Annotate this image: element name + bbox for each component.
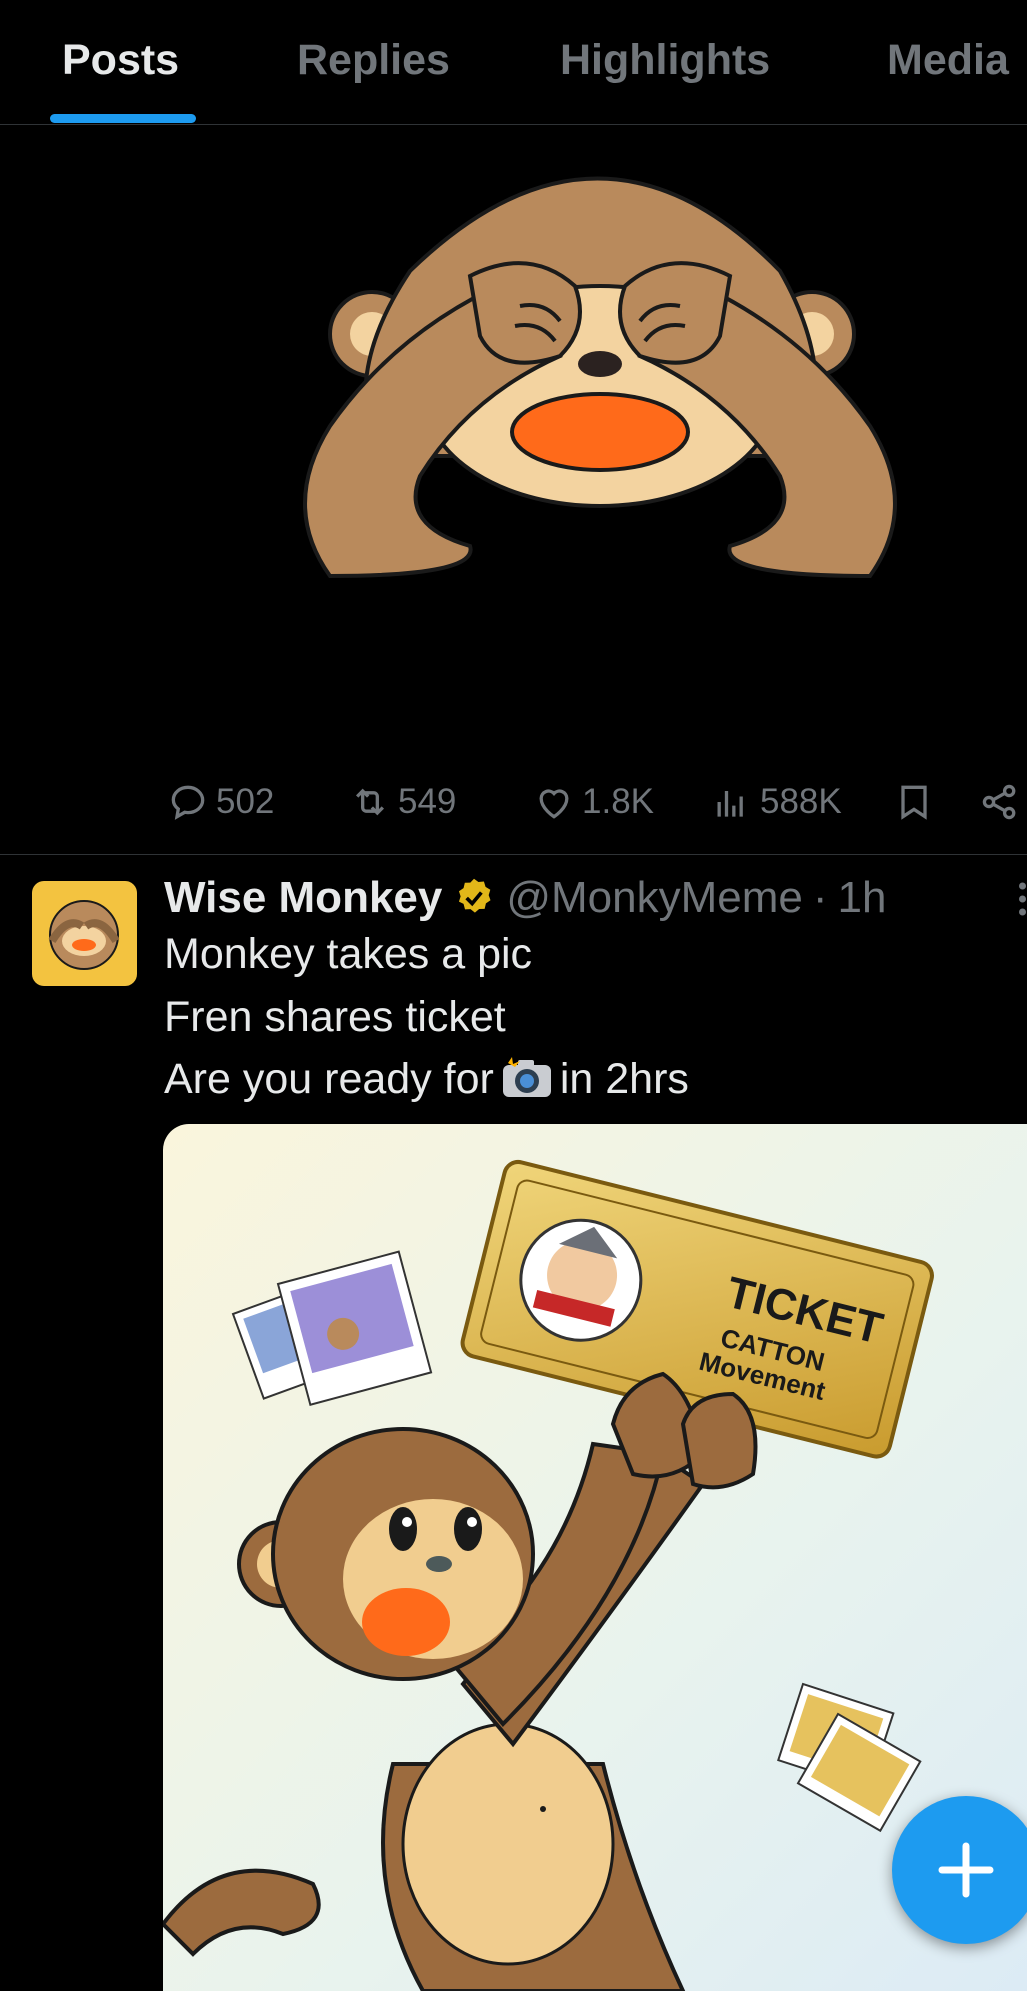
post-text-line-2: Fren shares ticket [164, 993, 506, 1041]
avatar[interactable] [32, 881, 137, 986]
like-button[interactable]: 1.8K [532, 766, 654, 838]
views-count: 588K [760, 782, 842, 821]
tab-replies[interactable]: Replies [297, 36, 450, 85]
post-divider [0, 854, 1027, 855]
bookmark-button[interactable] [892, 766, 942, 838]
repost-count: 549 [398, 782, 457, 821]
author-handle[interactable]: @MonkyMeme [506, 873, 803, 923]
tab-media[interactable]: Media [887, 36, 1009, 85]
heart-icon [539, 789, 569, 819]
reply-button[interactable]: 502 [166, 766, 274, 838]
post-action-bar: 502 549 1.8K 588K [0, 766, 1027, 838]
repost-icon [355, 788, 385, 816]
share-button[interactable] [978, 766, 1027, 838]
author-name[interactable]: Wise Monkey [164, 873, 442, 923]
profile-tabs: Posts Replies Highlights Media [0, 0, 1027, 125]
post-header: Wise Monkey @MonkyMeme · 1h [164, 868, 886, 928]
reply-count: 502 [216, 782, 275, 821]
views-button[interactable]: 588K [710, 766, 842, 838]
repost-button[interactable]: 549 [348, 766, 456, 838]
reply-icon [171, 785, 205, 820]
camera-flash-icon [502, 1057, 551, 1097]
compose-button[interactable] [892, 1796, 1027, 1944]
post-text-line-1: Monkey takes a pic [164, 930, 533, 978]
post-text-part: in 2hrs [559, 1055, 689, 1103]
meta-separator: · [812, 873, 828, 922]
plus-icon [938, 1842, 994, 1898]
verified-badge-icon [459, 878, 491, 913]
post-text-part: Are you ready for [164, 1055, 494, 1103]
bookmark-icon [901, 785, 927, 820]
views-icon [717, 791, 743, 817]
tab-highlights[interactable]: Highlights [560, 36, 770, 85]
share-icon [982, 784, 1016, 820]
tab-posts[interactable]: Posts [62, 36, 179, 85]
post-text-line-3: Are you ready for in 2hrs [164, 1055, 689, 1104]
more-options-icon[interactable] [1018, 882, 1027, 916]
post-media-image[interactable] [0, 126, 1027, 746]
active-tab-indicator [50, 114, 196, 123]
like-count: 1.8K [582, 782, 654, 821]
post-time[interactable]: 1h [838, 873, 887, 923]
